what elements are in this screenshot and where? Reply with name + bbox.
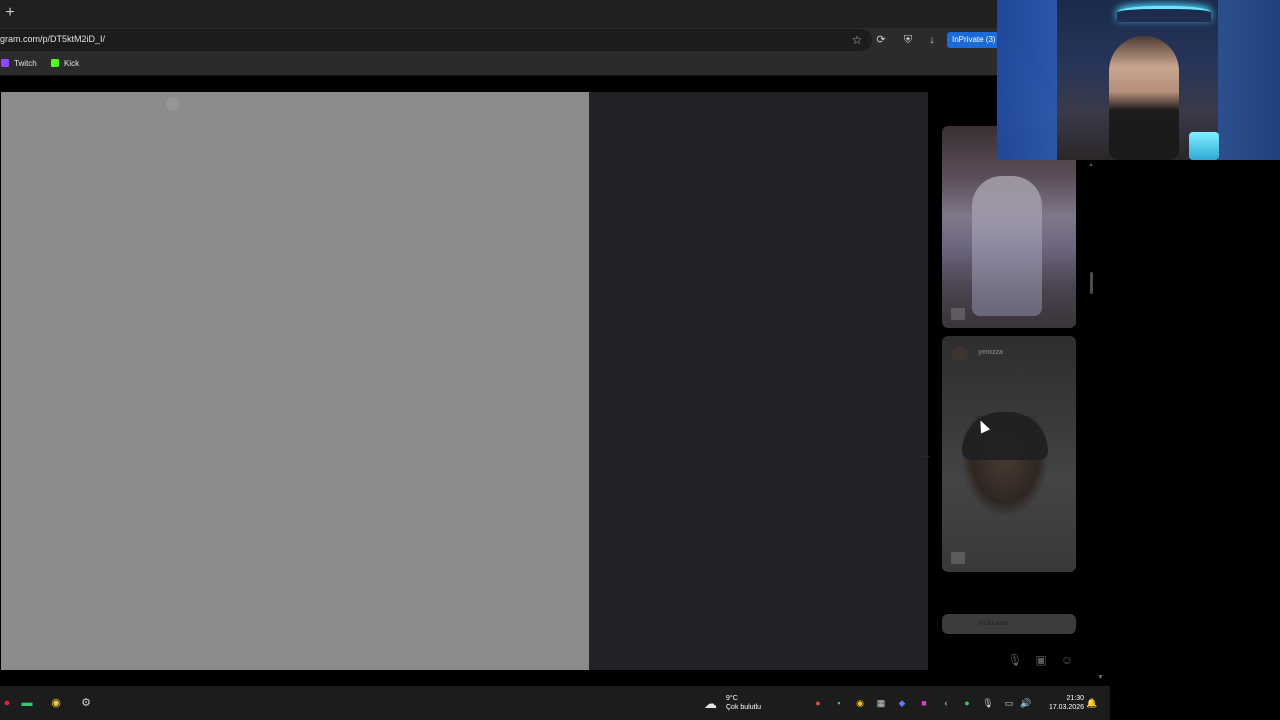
avatar[interactable]	[952, 346, 968, 362]
tray-app-icon[interactable]: ◉	[854, 697, 866, 709]
tray-chevron-icon[interactable]: ‹	[940, 697, 952, 709]
page-content: ⋯ yemzza vicki.aan ▲ 🎙 ▣ ☺ ▼	[0, 76, 1110, 708]
browser-tab-bar: +	[0, 0, 997, 28]
new-tab-icon[interactable]: +	[3, 4, 17, 22]
browser-toolbar: gram.com/p/DT5ktM2iD_I/ ☆ ⟳ ⛨ ↓ InPrivat…	[0, 28, 997, 52]
reel-card[interactable]: yemzza	[942, 336, 1076, 572]
bookmark-twitch[interactable]: Twitch	[1, 58, 37, 70]
post-dialog: ⋯	[1, 92, 930, 670]
bookmark-kick[interactable]: Kick	[51, 58, 79, 70]
twitch-icon	[1, 59, 9, 67]
cloud-icon: ☁	[704, 696, 717, 711]
image-icon[interactable]: ▣	[1033, 652, 1049, 668]
loading-placeholder	[166, 97, 180, 111]
app-icon[interactable]: ▬	[20, 696, 34, 710]
notification-bell-icon[interactable]: 🔔	[1086, 697, 1098, 709]
reel-icon	[951, 308, 965, 320]
webcam-background	[1218, 0, 1280, 160]
reel-username[interactable]: yemzza	[978, 349, 1003, 356]
app-icon[interactable]: ●	[0, 696, 14, 710]
tray-app-icon[interactable]: ▪	[833, 697, 845, 709]
reel-card[interactable]: vicki.aan	[942, 614, 1076, 634]
address-url[interactable]: gram.com/p/DT5ktM2iD_I/	[0, 34, 105, 44]
tray-app-icon[interactable]: ◆	[896, 697, 908, 709]
microphone-icon[interactable]: 🎙	[1007, 652, 1023, 668]
scroll-up-icon[interactable]: ▲	[1088, 162, 1094, 168]
screen: + gram.com/p/DT5ktM2iD_I/ ☆ ⟳ ⛨ ↓ InPriv…	[0, 0, 1280, 720]
sticker-icon[interactable]: ☺	[1059, 652, 1075, 668]
tray-app-icon[interactable]: ●	[961, 697, 973, 709]
message-composer-actions: 🎙 ▣ ☺	[1005, 650, 1085, 670]
reel-thumbnail	[972, 176, 1042, 316]
reel-username[interactable]: vicki.aan	[978, 620, 1008, 627]
system-clock[interactable]: 21:30 17.03.2026	[1040, 694, 1084, 714]
downloads-icon[interactable]: ↓	[925, 33, 939, 47]
address-bar[interactable]: gram.com/p/DT5ktM2iD_I/ ☆	[0, 29, 872, 51]
post-details-panel: ⋯	[589, 92, 930, 670]
page-scroll-down-icon[interactable]: ▼	[1097, 674, 1105, 682]
network-icon[interactable]: ▭	[1003, 697, 1015, 709]
more-options-icon[interactable]: ⋯	[922, 452, 932, 462]
volume-icon[interactable]: 🔊	[1020, 697, 1032, 709]
clock-date: 17.03.2026	[1048, 704, 1084, 711]
kick-icon	[51, 59, 59, 67]
webcam-overlay	[997, 0, 1280, 160]
bookmark-label: Twitch	[14, 59, 37, 68]
empty-area	[1110, 160, 1280, 720]
microphone-icon[interactable]: 🎙	[982, 697, 994, 709]
browser-essentials-icon[interactable]: ⛨	[901, 33, 915, 47]
taskbar: ● ▬ ◉ ⚙ ☁ 9°C Çok bulutlu ● ▪ ◉ ▦ ◆ ■ ‹ …	[0, 686, 1110, 720]
tray-app-icon[interactable]: ▦	[875, 697, 887, 709]
tray-app-icon[interactable]: ■	[918, 697, 930, 709]
bookmarks-bar: Twitch Kick	[0, 52, 997, 76]
extensions-icon[interactable]: ⟳	[874, 33, 888, 47]
inprivate-badge[interactable]: InPrivate (3)	[947, 32, 997, 48]
clock-time: 21:30	[1066, 695, 1084, 702]
scroll-thumb[interactable]	[1090, 272, 1093, 294]
app-icon[interactable]: ⚙	[79, 696, 93, 710]
cup	[1189, 132, 1219, 160]
favorite-star-icon[interactable]: ☆	[850, 33, 864, 47]
neon-sign	[1117, 6, 1211, 22]
post-media-loading[interactable]	[1, 92, 589, 670]
reels-scrollbar[interactable]: ▲ ▼	[1088, 162, 1096, 708]
weather-temp: 9°C	[726, 695, 738, 702]
webcam-background	[997, 0, 1057, 160]
tray-app-icon[interactable]: ●	[812, 697, 824, 709]
bookmark-label: Kick	[64, 59, 80, 68]
reel-icon	[951, 552, 965, 564]
streamer	[1109, 36, 1179, 160]
related-reels-list: yemzza vicki.aan	[942, 126, 1082, 686]
app-icon[interactable]: ◉	[49, 696, 63, 710]
weather-condition: Çok bulutlu	[726, 704, 762, 711]
